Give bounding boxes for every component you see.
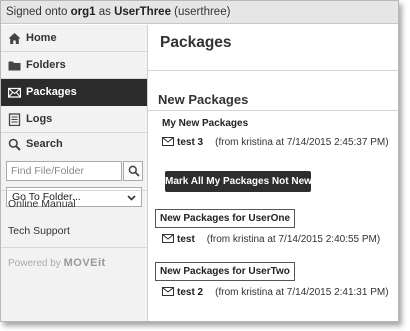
package-row[interactable]: test 3 (from kristina at 7/14/2015 2:45:3…	[162, 137, 389, 148]
nav-logs[interactable]: Logs	[1, 106, 147, 133]
envelope-icon	[8, 87, 21, 98]
tech-support-link[interactable]: Tech Support	[8, 225, 70, 237]
group-title-my-new-packages: My New Packages	[162, 118, 249, 129]
envelope-icon	[162, 137, 174, 146]
powered-by-prefix: Powered by	[8, 258, 61, 269]
title-divider	[148, 70, 398, 71]
search-heading-label: Search	[26, 138, 63, 150]
app-window: Signed onto org1 as UserThree (userthree…	[0, 0, 399, 322]
org-name: org1	[70, 6, 96, 18]
sidebar-divider	[1, 247, 147, 248]
search-icon	[8, 138, 21, 151]
find-file-folder-input[interactable]	[6, 161, 122, 181]
nav-folders-label: Folders	[26, 59, 66, 71]
signon-bar: Signed onto org1 as UserThree (userthree…	[1, 1, 398, 24]
section-title: New Packages	[158, 92, 249, 107]
package-name[interactable]: test	[177, 234, 195, 245]
package-from: (from kristina at 7/14/2015 2:41:31 PM)	[215, 287, 389, 298]
log-icon	[8, 113, 21, 126]
nav-logs-label: Logs	[26, 113, 53, 125]
chevron-down-icon	[127, 195, 136, 201]
search-row	[6, 161, 143, 181]
search-heading: Search	[1, 133, 147, 156]
package-from: (from kristina at 7/14/2015 2:45:37 PM)	[215, 137, 389, 148]
group-title-userone: New Packages for UserOne	[155, 209, 296, 228]
main-content: Packages New Packages My New Packages te…	[148, 25, 398, 321]
nav-packages-label: Packages	[26, 86, 77, 98]
package-row[interactable]: test (from kristina at 7/14/2015 2:40:55 …	[162, 234, 380, 245]
moveit-logo: MOVEit	[63, 257, 106, 269]
signon-as: as	[98, 6, 111, 18]
sidebar-divider	[1, 190, 147, 191]
envelope-icon	[162, 287, 174, 296]
package-from: (from kristina at 7/14/2015 2:40:55 PM)	[206, 234, 381, 245]
powered-by: Powered by MOVEit	[8, 257, 106, 269]
folder-icon	[8, 61, 21, 71]
nav-packages[interactable]: Packages	[1, 79, 147, 106]
online-manual-link[interactable]: Online Manual	[8, 198, 76, 210]
page-title: Packages	[160, 34, 232, 51]
search-button-icon	[128, 165, 140, 177]
package-name[interactable]: test 2	[177, 287, 203, 298]
package-row[interactable]: test 2 (from kristina at 7/14/2015 2:41:3…	[162, 287, 389, 298]
package-name[interactable]: test 3	[177, 137, 203, 148]
nav-home-label: Home	[26, 32, 57, 44]
signon-prefix: Signed onto	[6, 6, 68, 18]
search-button[interactable]	[123, 161, 143, 181]
mark-all-not-new-button[interactable]: Mark All My Packages Not New	[165, 171, 312, 192]
envelope-icon	[162, 234, 174, 243]
user-login-name: (userthree)	[174, 6, 231, 18]
sidebar: Home Folders Packages Logs Search Find F…	[1, 25, 148, 321]
nav-folders[interactable]: Folders	[1, 52, 147, 79]
nav-home[interactable]: Home	[1, 25, 147, 52]
section-divider	[148, 110, 398, 111]
home-icon	[8, 33, 21, 44]
group-title-usertwo: New Packages for UserTwo	[155, 262, 295, 281]
user-display-name: UserThree	[114, 6, 171, 18]
